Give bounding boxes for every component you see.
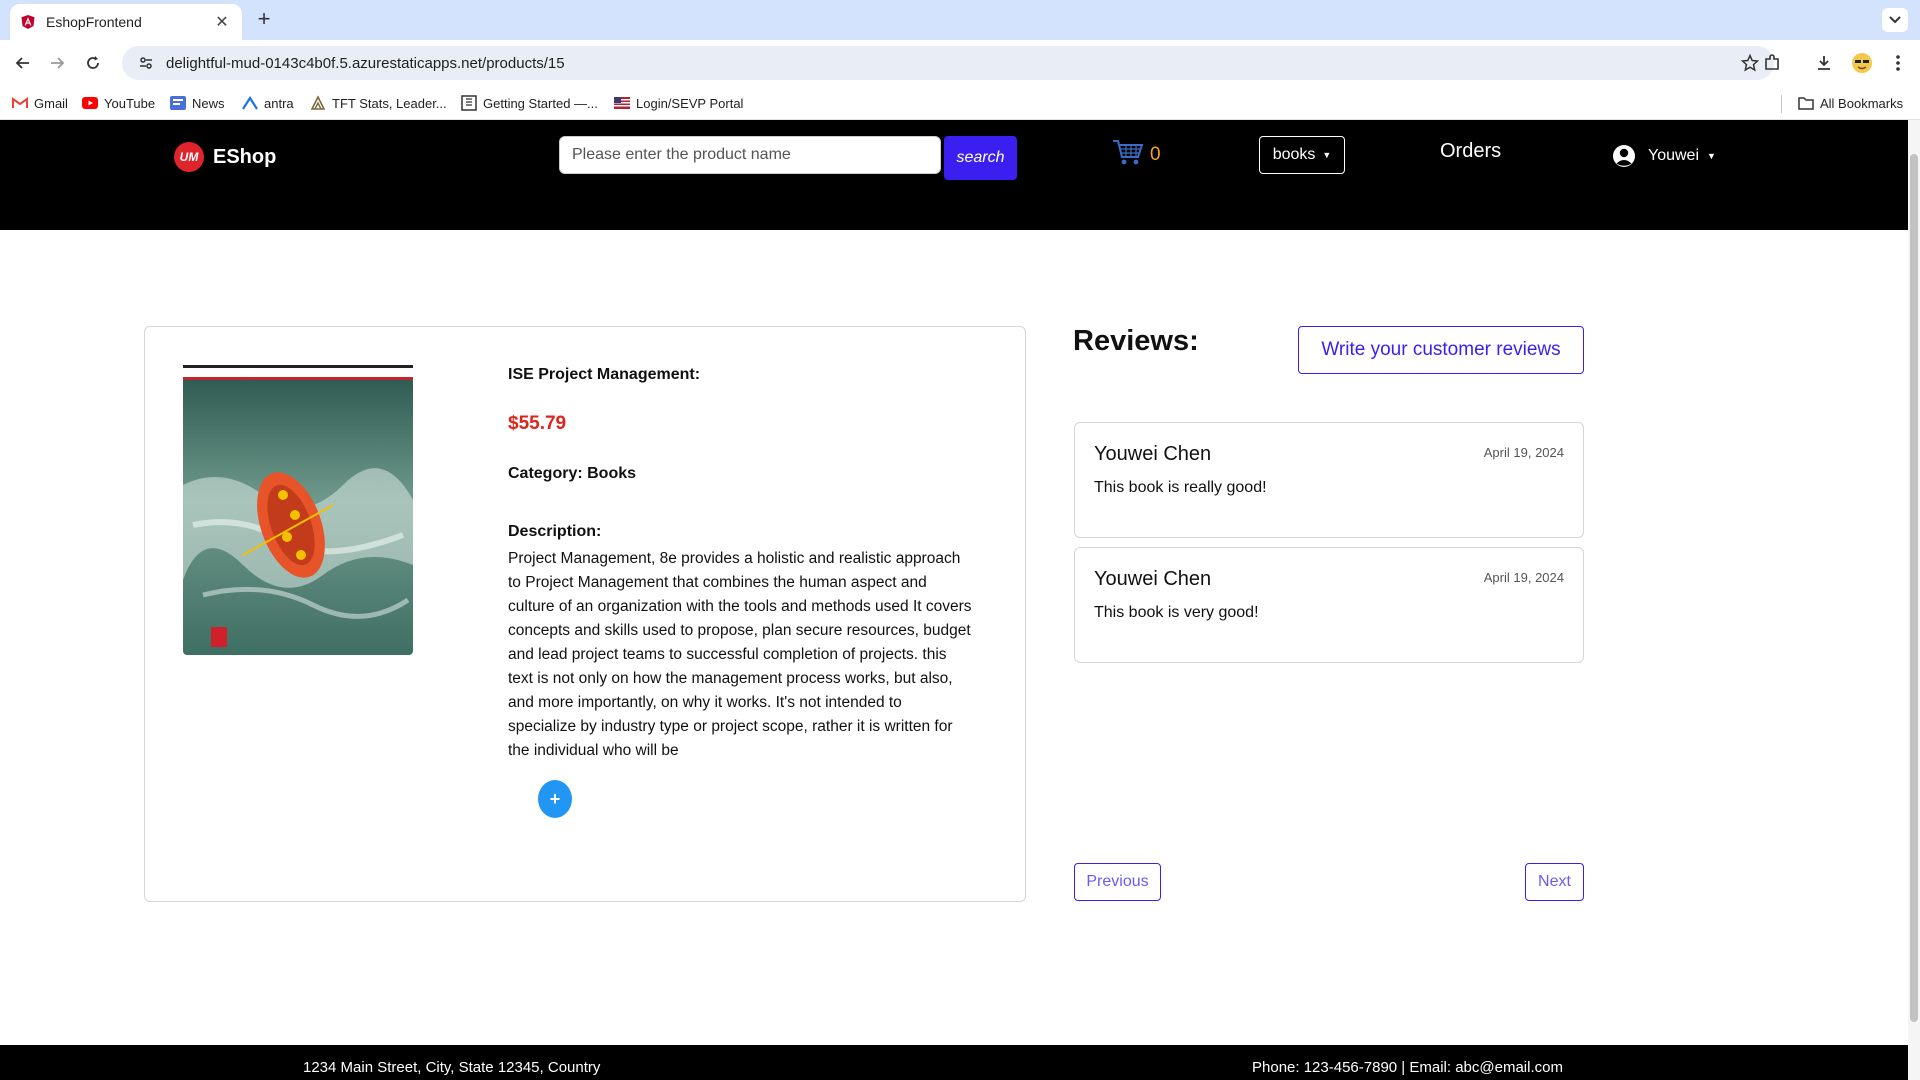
back-icon[interactable] xyxy=(10,50,36,76)
site-header: UM EShop search 0 books ▼ Orders Youwei … xyxy=(0,120,1908,230)
gmail-icon xyxy=(12,95,28,111)
profile-avatar-icon[interactable] xyxy=(1848,50,1876,76)
review-author: Youwei Chen xyxy=(1094,443,1212,465)
cart-link[interactable]: 0 xyxy=(1112,138,1161,171)
forward-icon[interactable] xyxy=(44,50,70,76)
product-category: Category: Books xyxy=(508,465,637,482)
site-settings-icon[interactable] xyxy=(134,51,158,75)
search-button[interactable]: search xyxy=(944,136,1017,180)
product-description: Project Management, 8e provides a holist… xyxy=(508,550,972,759)
add-to-cart-button[interactable]: + xyxy=(538,780,572,818)
user-avatar-icon xyxy=(1612,144,1636,168)
bookmark-sevp[interactable]: Login/SEVP Portal xyxy=(614,93,743,113)
tab-title: EshopFrontend xyxy=(46,14,142,30)
page-scroll-thumb[interactable] xyxy=(1910,154,1918,1022)
cart-icon xyxy=(1112,138,1144,171)
review-text: This book is very good! xyxy=(1094,604,1259,621)
brand-name: EShop xyxy=(213,145,277,168)
angular-favicon-icon xyxy=(20,14,36,30)
all-bookmarks[interactable]: All Bookmarks xyxy=(1798,93,1903,113)
more-menu-icon[interactable] xyxy=(1884,50,1912,76)
reviews-heading: Reviews: xyxy=(1073,325,1199,357)
brand-link[interactable]: UM EShop xyxy=(174,142,276,172)
news-icon xyxy=(170,95,186,111)
site-footer: 1234 Main Street, City, State 12345, Cou… xyxy=(0,1045,1908,1080)
address-bar[interactable]: delightful-mud-0143c4b0f.5.azurestaticap… xyxy=(122,46,1774,80)
bookmark-label: News xyxy=(192,95,225,111)
product-image[interactable] xyxy=(183,365,413,655)
category-label: books xyxy=(1272,146,1316,163)
bookmark-label: YouTube xyxy=(104,95,156,111)
reload-icon[interactable] xyxy=(80,50,106,76)
search-input[interactable] xyxy=(559,136,941,174)
extensions-icon[interactable] xyxy=(1758,50,1786,76)
tft-icon xyxy=(310,95,326,111)
bookmark-antra[interactable]: antra xyxy=(242,93,294,113)
product-card: ISE Project Management: $55.79 Category:… xyxy=(144,326,1026,902)
user-menu[interactable]: Youwei ▼ xyxy=(1612,144,1716,168)
bookmark-gmail[interactable]: Gmail xyxy=(12,93,68,113)
product-name: ISE Project Management: xyxy=(508,366,701,383)
review-author: Youwei Chen xyxy=(1094,568,1212,590)
browser-tab[interactable]: EshopFrontend ✕ xyxy=(10,4,242,40)
tab-strip: EshopFrontend ✕ + xyxy=(0,0,1920,40)
bookmark-tft[interactable]: TFT Stats, Leader... xyxy=(310,93,447,113)
next-page-button[interactable]: Next xyxy=(1525,863,1584,901)
review-text: This book is really good! xyxy=(1094,479,1267,496)
tab-search-icon[interactable] xyxy=(1882,8,1908,32)
bookmark-label: Login/SEVP Portal xyxy=(636,95,744,111)
browser-toolbar: delightful-mud-0143c4b0f.5.azurestaticap… xyxy=(0,40,1920,86)
bookmark-label: antra xyxy=(264,95,294,111)
write-review-button[interactable]: Write your customer reviews xyxy=(1298,326,1584,374)
logo-icon: UM xyxy=(174,142,204,172)
description-scroll-area[interactable]: Project Management, 8e provides a holist… xyxy=(508,547,986,763)
product-price: $55.79 xyxy=(508,413,567,434)
bookmark-label: Getting Started —... xyxy=(483,95,598,111)
close-tab-icon[interactable]: ✕ xyxy=(212,12,232,32)
bookmark-label: TFT Stats, Leader... xyxy=(332,95,447,111)
all-bookmarks-label: All Bookmarks xyxy=(1820,95,1904,111)
book-icon xyxy=(461,95,477,111)
user-name: Youwei xyxy=(1648,147,1700,164)
bookmark-youtube[interactable]: YouTube xyxy=(82,93,155,113)
page-scrollbar[interactable] xyxy=(1908,120,1920,1080)
review-card: Youwei Chen April 19, 2024 This book is … xyxy=(1074,422,1584,538)
flag-icon xyxy=(614,95,630,111)
bookmark-label: Gmail xyxy=(34,95,68,111)
url-text[interactable]: delightful-mud-0143c4b0f.5.azurestaticap… xyxy=(166,55,1738,72)
page-content: UM EShop search 0 books ▼ Orders Youwei … xyxy=(0,120,1908,1080)
review-date: April 19, 2024 xyxy=(1483,570,1564,585)
footer-contact: Phone: 123-456-7890 | Email: abc@email.c… xyxy=(1252,1059,1563,1076)
orders-link[interactable]: Orders xyxy=(1440,140,1501,163)
antra-icon xyxy=(242,95,258,111)
bookmarks-bar: Gmail YouTube News antra TFT Stats, Lead… xyxy=(0,86,1920,120)
new-tab-icon[interactable]: + xyxy=(252,8,276,32)
bookmarks-divider xyxy=(1781,95,1782,113)
cart-count: 0 xyxy=(1150,143,1161,165)
footer-address: 1234 Main Street, City, State 12345, Cou… xyxy=(303,1059,601,1076)
caret-down-icon: ▼ xyxy=(1707,151,1716,161)
previous-page-button[interactable]: Previous xyxy=(1074,863,1161,901)
description-label: Description: xyxy=(508,523,602,540)
folder-icon xyxy=(1798,95,1814,111)
bookmark-getting-started[interactable]: Getting Started —... xyxy=(461,93,598,113)
review-date: April 19, 2024 xyxy=(1483,445,1564,460)
caret-down-icon: ▼ xyxy=(1322,150,1332,160)
category-dropdown[interactable]: books ▼ xyxy=(1259,136,1345,174)
youtube-icon xyxy=(82,95,98,111)
review-card: Youwei Chen April 19, 2024 This book is … xyxy=(1074,547,1584,663)
download-icon[interactable] xyxy=(1810,50,1838,76)
bookmark-news[interactable]: News xyxy=(170,93,225,113)
